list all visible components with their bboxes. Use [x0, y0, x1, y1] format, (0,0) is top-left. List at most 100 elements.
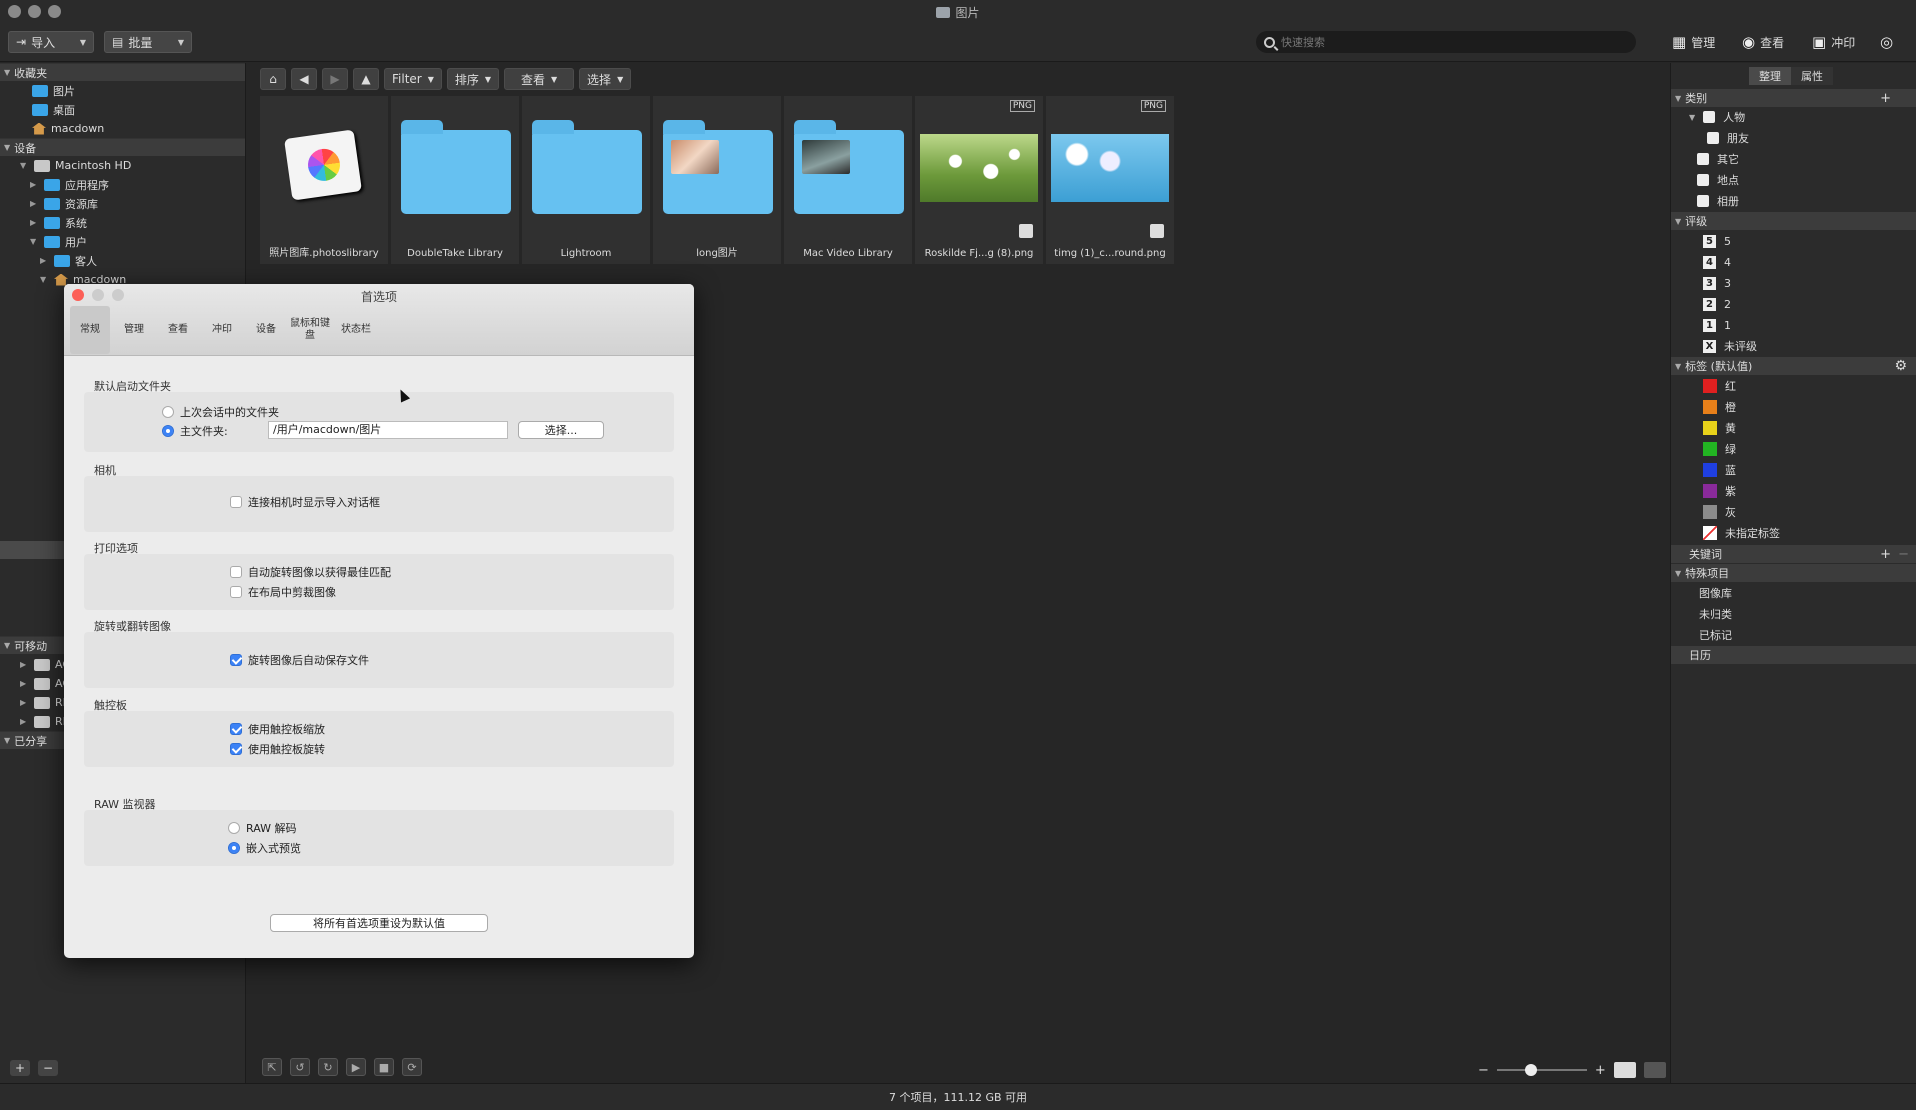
- sidebar-item-users[interactable]: ▼ 用户: [0, 232, 245, 251]
- zoom-slider[interactable]: [1496, 1064, 1587, 1076]
- thumbnail-item[interactable]: PNG Roskilde Fj...g (8).png: [915, 96, 1043, 264]
- radio-raw-decode[interactable]: RAW 解码: [228, 820, 297, 836]
- checkbox-camera-import[interactable]: 连接相机时显示导入对话框: [230, 494, 380, 510]
- special-item-marked[interactable]: 已标记: [1699, 626, 1732, 644]
- import-button[interactable]: ⇥ 导入 ▼: [8, 31, 94, 53]
- checkbox[interactable]: [230, 566, 242, 578]
- checkbox[interactable]: [230, 723, 242, 735]
- zoom-out-icon[interactable]: −: [1478, 1063, 1489, 1078]
- category-item[interactable]: 相册: [1697, 192, 1739, 210]
- sidebar-item-removable-3[interactable]: ▶ RI: [20, 693, 66, 712]
- rotate-right-icon[interactable]: ↻: [318, 1058, 338, 1076]
- filter-dropdown[interactable]: Filter ▼: [384, 68, 442, 90]
- tab-view[interactable]: 查看: [158, 306, 198, 354]
- checkbox[interactable]: [230, 496, 242, 508]
- thumbnail-item[interactable]: 照片图库.photoslibrary: [260, 96, 388, 264]
- sidebar-item-applications[interactable]: ▶ 应用程序: [0, 175, 245, 194]
- checkbox[interactable]: [1697, 195, 1709, 207]
- category-item[interactable]: ▼ 人物: [1689, 108, 1745, 126]
- view-dropdown[interactable]: 查看 ▼: [504, 68, 575, 90]
- rating-item[interactable]: 11: [1703, 316, 1731, 334]
- thumbnail-item[interactable]: long图片: [653, 96, 781, 264]
- section-rating[interactable]: ▼ 评级: [1671, 212, 1916, 230]
- sidebar-item-macintosh-hd[interactable]: ▼ Macintosh HD: [0, 156, 245, 175]
- checkbox-crop-layout[interactable]: 在布局中剪裁图像: [230, 584, 336, 600]
- sidebar-item-removable-2[interactable]: ▶ AC: [20, 674, 70, 693]
- list-view-icon[interactable]: [1613, 1062, 1636, 1078]
- mode-print[interactable]: ▣ 冲印: [1812, 30, 1855, 54]
- checkbox-trackpad-rotate[interactable]: 使用触控板旋转: [230, 741, 325, 757]
- thumbnail-view-icon[interactable]: [1643, 1062, 1666, 1078]
- radio-embedded-preview[interactable]: 嵌入式预览: [228, 840, 301, 856]
- zoom-button[interactable]: [48, 5, 61, 18]
- slideshow-icon[interactable]: ▶: [346, 1058, 366, 1076]
- checkbox-autosave-rotate[interactable]: 旋转图像后自动保存文件: [230, 652, 369, 668]
- tag-item[interactable]: 红: [1703, 377, 1736, 395]
- section-devices[interactable]: ▼ 设备: [0, 138, 245, 156]
- tag-item[interactable]: 灰: [1703, 503, 1736, 521]
- thumbnail-item[interactable]: PNG timg (1)_c...round.png: [1046, 96, 1174, 264]
- section-keywords[interactable]: 关键词 + −: [1671, 545, 1916, 563]
- rating-item[interactable]: X 未评级: [1703, 337, 1757, 355]
- section-tags[interactable]: ▼ 标签 (默认值) ⚙: [1671, 357, 1916, 375]
- tab-mouse-keyboard[interactable]: 鼠标和键盘: [290, 306, 330, 354]
- reset-defaults-button[interactable]: 将所有首选项重设为默认值: [270, 914, 488, 932]
- tab-statusbar[interactable]: 状态栏: [336, 306, 376, 354]
- zoom-slider-knob[interactable]: [1524, 1064, 1537, 1076]
- sidebar-item-library[interactable]: ▶ 资源库: [0, 194, 245, 213]
- home-folder-path-field[interactable]: /用户/macdown/图片: [268, 421, 508, 439]
- sort-dropdown[interactable]: 排序 ▼: [446, 68, 500, 90]
- minimize-button[interactable]: [28, 5, 41, 18]
- remove-icon[interactable]: −: [1898, 547, 1909, 562]
- checkbox[interactable]: [1707, 132, 1719, 144]
- select-checkbox[interactable]: [1019, 224, 1033, 238]
- rating-item[interactable]: 55: [1703, 232, 1731, 250]
- add-icon[interactable]: +: [1880, 91, 1891, 106]
- refresh-icon[interactable]: ⟳: [402, 1058, 422, 1076]
- section-calendar[interactable]: 日历: [1671, 646, 1916, 664]
- sidebar-item-removable-1[interactable]: ▶ AC: [20, 655, 70, 674]
- tag-item[interactable]: 紫: [1703, 482, 1736, 500]
- tag-item[interactable]: 黄: [1703, 419, 1736, 437]
- back-button[interactable]: ◀: [291, 68, 317, 90]
- category-item[interactable]: 其它: [1697, 150, 1739, 168]
- sidebar-item-removable-4[interactable]: ▶ RI: [20, 712, 66, 731]
- radio-button[interactable]: [228, 842, 240, 854]
- forward-button[interactable]: ▶: [322, 68, 348, 90]
- special-item-unsorted[interactable]: 未归类: [1699, 605, 1732, 623]
- radio-button[interactable]: [162, 425, 174, 437]
- checkbox[interactable]: [1697, 174, 1709, 186]
- tab-properties[interactable]: 属性: [1791, 67, 1833, 85]
- radio-home-folder[interactable]: 主文件夹:: [162, 423, 228, 439]
- mode-manage[interactable]: ▦ 管理: [1672, 30, 1715, 54]
- tab-devices[interactable]: 设备: [246, 306, 286, 354]
- window-controls[interactable]: [8, 5, 61, 18]
- checkbox-trackpad-zoom[interactable]: 使用触控板缩放: [230, 721, 325, 737]
- mode-view[interactable]: ◉ 查看: [1742, 30, 1784, 54]
- sidebar-item-pictures[interactable]: 图片: [0, 81, 245, 100]
- tab-general[interactable]: 常规: [70, 306, 110, 354]
- delete-icon[interactable]: ■: [374, 1058, 394, 1076]
- tag-item[interactable]: 蓝: [1703, 461, 1736, 479]
- thumbnail-item[interactable]: Lightroom: [522, 96, 650, 264]
- share-icon[interactable]: ⇱: [262, 1058, 282, 1076]
- rating-item[interactable]: 44: [1703, 253, 1731, 271]
- checkbox[interactable]: [230, 654, 242, 666]
- tag-item[interactable]: 绿: [1703, 440, 1736, 458]
- sidebar-item-desktop[interactable]: 桌面: [0, 100, 245, 119]
- radio-button[interactable]: [162, 406, 174, 418]
- add-icon[interactable]: +: [1880, 547, 1891, 562]
- checkbox-auto-rotate[interactable]: 自动旋转图像以获得最佳匹配: [230, 564, 391, 580]
- tab-print[interactable]: 冲印: [202, 306, 242, 354]
- section-category[interactable]: ▼ 类别 +: [1671, 89, 1916, 107]
- add-button[interactable]: +: [10, 1060, 30, 1076]
- sidebar-item-home[interactable]: macdown: [0, 119, 245, 138]
- checkbox[interactable]: [1697, 153, 1709, 165]
- rating-item[interactable]: 33: [1703, 274, 1731, 292]
- category-item[interactable]: 地点: [1697, 171, 1739, 189]
- tag-item[interactable]: 未指定标签: [1703, 524, 1780, 542]
- sidebar-item-system[interactable]: ▶ 系统: [0, 213, 245, 232]
- up-button[interactable]: ▲: [353, 68, 379, 90]
- checkbox[interactable]: [1703, 111, 1716, 123]
- category-item[interactable]: 朋友: [1707, 129, 1749, 147]
